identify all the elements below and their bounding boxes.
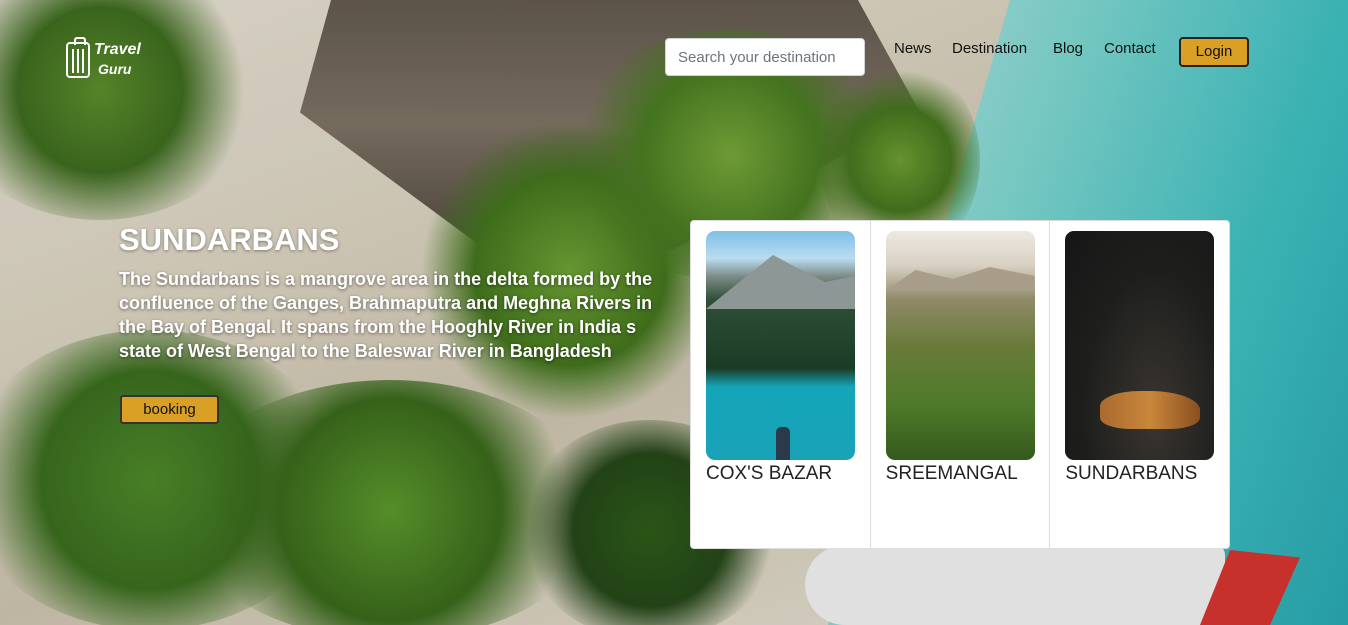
nav-link-destination[interactable]: Destination bbox=[952, 40, 1027, 57]
destination-name: SUNDARBANS bbox=[1065, 463, 1198, 484]
destination-card-sreemangal[interactable]: SREEMANGAL bbox=[871, 221, 1051, 548]
luggage-icon bbox=[66, 37, 90, 78]
destination-card-sundarbans[interactable]: SUNDARBANS bbox=[1050, 221, 1229, 548]
destination-cards: COX'S BAZAR SREEMANGAL SUNDARBANS bbox=[690, 220, 1230, 549]
travel-guru-logo[interactable]: Travel Guru bbox=[64, 32, 164, 84]
logo-text-line1: Travel bbox=[94, 41, 141, 58]
destination-name: SREEMANGAL bbox=[885, 463, 1018, 484]
destination-card-coxs-bazar[interactable]: COX'S BAZAR bbox=[691, 221, 871, 548]
nav-link-blog[interactable]: Blog bbox=[1053, 40, 1083, 57]
nav-link-contact[interactable]: Contact bbox=[1104, 40, 1156, 57]
hero-description: The Sundarbans is a mangrove area in the… bbox=[119, 269, 653, 361]
search-input[interactable] bbox=[665, 38, 865, 76]
hero-title: SUNDARBANS bbox=[119, 222, 340, 257]
booking-button[interactable]: booking bbox=[120, 395, 219, 424]
destination-name: COX'S BAZAR bbox=[706, 463, 833, 484]
nav-link-news[interactable]: News bbox=[894, 40, 932, 57]
tea-garden-image bbox=[885, 231, 1035, 460]
logo-text-line2: Guru bbox=[98, 61, 132, 77]
tiger-image bbox=[1065, 231, 1215, 460]
login-button[interactable]: Login bbox=[1179, 37, 1249, 67]
lake-mountain-image bbox=[706, 231, 855, 460]
